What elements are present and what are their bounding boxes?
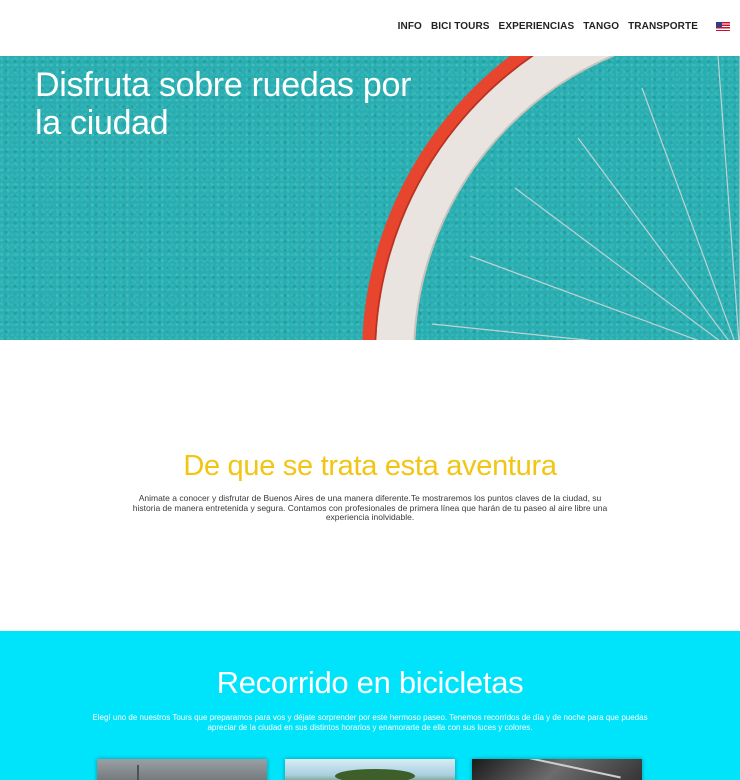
tour-card-image-1[interactable] [97,759,267,780]
nav-tango[interactable]: TANGO [583,21,619,32]
nav-experiencias[interactable]: EXPERIENCIAS [499,21,575,32]
nav-transporte[interactable]: TRANSPORTE [628,21,698,32]
nav-info[interactable]: INFO [398,21,422,32]
hero-title: Disfruta sobre ruedas por la ciudad [35,66,412,142]
hero-banner: Disfruta sobre ruedas por la ciudad [0,56,740,340]
about-section: De que se trata esta aventura Animate a … [0,340,740,631]
tour-card-image-2[interactable] [285,759,455,780]
site-header: INFO BICI TOURS EXPERIENCIAS TANGO TRANS… [0,0,740,56]
tours-text: Elegí uno de nuestros Tours que preparam… [92,713,648,732]
tour-card-image-3[interactable] [472,759,642,780]
us-flag-icon[interactable] [716,22,730,31]
about-title: De que se trata esta aventura [183,450,557,482]
nav-bici-tours[interactable]: BICI TOURS [431,21,490,32]
about-text: Animate a conocer y disfrutar de Buenos … [132,493,608,522]
main-nav: INFO BICI TOURS EXPERIENCIAS TANGO TRANS… [398,21,698,32]
tours-section: Recorrido en bicicletas Elegí uno de nue… [0,631,740,780]
tours-title: Recorrido en bicicletas [216,665,524,700]
